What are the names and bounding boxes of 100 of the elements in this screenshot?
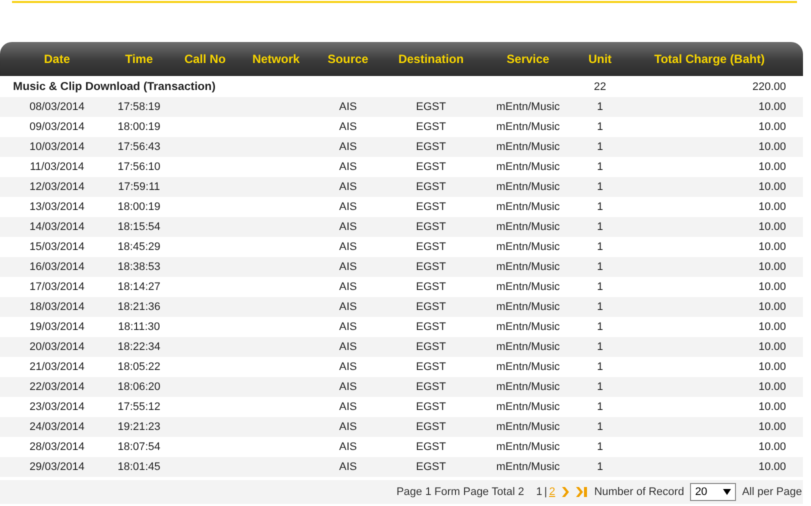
table-cell: 10.00 — [758, 341, 786, 353]
group-title: Music & Clip Download (Transaction) — [13, 80, 216, 92]
table-cell: 11/03/2014 — [30, 161, 84, 173]
table-cell: 10.00 — [758, 321, 786, 333]
table-cell: 10.00 — [758, 421, 786, 433]
table-cell: 24/03/2014 — [29, 421, 85, 433]
table-cell: 1 — [596, 461, 604, 473]
table-cell: 18:14:27 — [118, 281, 160, 293]
table-cell: AIS — [339, 161, 357, 173]
table-cell: 18:00:19 — [118, 201, 160, 213]
table-cell: mEntn/Music — [496, 281, 560, 293]
table-cell: EGST — [416, 181, 446, 193]
table-cell: AIS — [339, 461, 357, 473]
table-cell: 18:21:36 — [118, 301, 160, 313]
table-cell: 18:38:53 — [118, 261, 160, 273]
table-cell: AIS — [339, 321, 357, 333]
table-cell: 1 — [596, 141, 604, 153]
table-cell: 18:11:30 — [118, 321, 160, 333]
table-cell: 29/03/2014 — [29, 461, 85, 473]
table-cell: 09/03/2014 — [29, 121, 85, 133]
table-cell: 10/03/2014 — [29, 141, 85, 153]
table-cell: 1 — [596, 201, 604, 213]
table-cell: 1 — [596, 301, 604, 313]
table-cell: AIS — [339, 141, 357, 153]
table-cell: 17:58:19 — [118, 101, 160, 113]
table-cell: 21/03/2014 — [29, 361, 85, 373]
table-cell: EGST — [416, 341, 446, 353]
table-cell: 10.00 — [758, 181, 786, 193]
table-cell: 1 — [596, 221, 604, 233]
records-dropdown[interactable]: 20 — [690, 483, 736, 501]
table-cell: mEntn/Music — [496, 441, 560, 453]
table-cell: AIS — [339, 101, 357, 113]
table-cell: EGST — [416, 321, 446, 333]
table-cell: 18:05:22 — [118, 361, 160, 373]
table-cell: 1 — [596, 381, 604, 393]
table-cell: 1 — [596, 281, 604, 293]
table-cell: 18/03/2014 — [29, 301, 85, 313]
table-cell: mEntn/Music — [496, 201, 560, 213]
table-cell: AIS — [339, 441, 357, 453]
table-cell: 10.00 — [758, 441, 786, 453]
table-cell: 20/03/2014 — [29, 341, 85, 353]
column-header[interactable]: Date — [44, 52, 70, 66]
table-cell: 10.00 — [758, 281, 786, 293]
table-cell: mEntn/Music — [496, 321, 560, 333]
table-cell: 18:06:20 — [118, 381, 160, 393]
table-cell: 1 — [596, 441, 604, 453]
table-cell: EGST — [416, 141, 446, 153]
next-page-icon[interactable] — [561, 486, 570, 498]
table-cell: 1 — [596, 341, 604, 353]
column-header[interactable]: Service — [506, 52, 550, 66]
table-cell: 1 — [596, 101, 604, 113]
table-cell: 18:07:54 — [118, 441, 160, 453]
table-cell: mEntn/Music — [496, 221, 560, 233]
table-cell: mEntn/Music — [496, 381, 560, 393]
table-cell: mEntn/Music — [496, 461, 560, 473]
table-cell: 220.00 — [752, 80, 786, 92]
table-cell: 10.00 — [758, 221, 786, 233]
table-cell: EGST — [416, 201, 446, 213]
table-cell: EGST — [416, 381, 446, 393]
table-cell: 18:00:19 — [118, 121, 160, 133]
table-cell: 19:21:23 — [118, 421, 160, 433]
table-cell: 18:15:54 — [118, 221, 160, 233]
table-cell: mEntn/Music — [496, 101, 560, 113]
table-cell: 13/03/2014 — [29, 201, 85, 213]
table-cell: EGST — [416, 241, 446, 253]
table-cell: 17:59:11 — [118, 181, 160, 193]
table-cell: 22/03/2014 — [29, 381, 85, 393]
table-cell: 10.00 — [758, 301, 786, 313]
table-cell: 1 — [596, 121, 604, 133]
table-cell: AIS — [339, 341, 357, 353]
table-cell: mEntn/Music — [496, 261, 560, 273]
table-cell: AIS — [339, 421, 357, 433]
last-page-icon[interactable] — [576, 486, 588, 498]
table-cell: EGST — [416, 101, 446, 113]
table-cell: EGST — [416, 161, 446, 173]
table-cell: mEntn/Music — [496, 181, 560, 193]
table-cell: mEntn/Music — [496, 341, 560, 353]
table-cell: 23/03/2014 — [29, 401, 85, 413]
table-cell: mEntn/Music — [496, 141, 560, 153]
dropdown-arrow-icon — [723, 489, 732, 495]
table-cell: AIS — [339, 401, 357, 413]
table-cell: 10.00 — [758, 141, 786, 153]
table-cell: AIS — [339, 381, 357, 393]
table-cell: 17:55:12 — [118, 401, 160, 413]
table-cell: 18:01:45 — [118, 461, 160, 473]
table-cell: EGST — [416, 121, 446, 133]
table-cell: 10.00 — [758, 201, 786, 213]
table-cell: 22 — [594, 80, 606, 92]
table-cell: mEntn/Music — [496, 301, 560, 313]
table-cell: EGST — [416, 421, 446, 433]
table-cell: 18:45:29 — [118, 241, 160, 253]
table-cell: EGST — [416, 401, 446, 413]
table-cell: mEntn/Music — [496, 241, 560, 253]
table-cell: 1 — [596, 361, 604, 373]
table-cell: 17:56:10 — [118, 161, 160, 173]
table-cell: AIS — [339, 201, 357, 213]
records-label: Number of Record — [594, 486, 684, 498]
table-cell: AIS — [339, 301, 357, 313]
table-cell: 10.00 — [758, 381, 786, 393]
table-cell: 10.00 — [758, 241, 786, 253]
